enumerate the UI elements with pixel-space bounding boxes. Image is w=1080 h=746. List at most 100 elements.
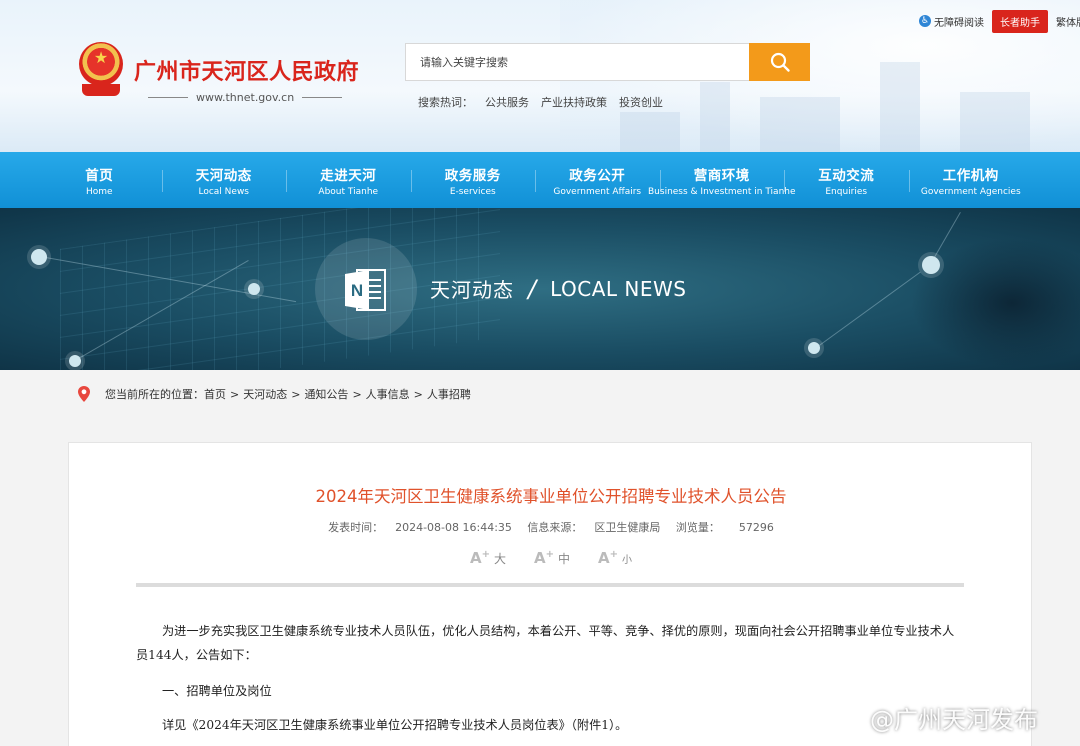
publish-time: 发表时间： 2024-08-08 16:44:35: [328, 521, 515, 534]
font-size-label: 大: [493, 552, 506, 566]
national-emblem-icon: ★: [76, 42, 126, 98]
accessibility-icon: ♿: [919, 15, 931, 27]
hot-search-label: 搜索热词：: [418, 96, 473, 109]
search-input[interactable]: [405, 43, 749, 81]
publish-time-value: 2024-08-08 16:44:35: [395, 521, 512, 534]
search-box: [405, 43, 810, 81]
watermark-text: @广州天河发布: [870, 706, 1038, 734]
banner-icon-circle: N: [315, 238, 417, 340]
site-name: 广州市天河区人民政府: [134, 59, 360, 85]
banner-node: [808, 342, 820, 354]
site-logo[interactable]: ★ 广州市天河区人民政府 www.thnet.gov.cn: [76, 42, 359, 104]
hot-word-link[interactable]: 公共服务: [485, 94, 529, 110]
nav-label-en: Government Agencies: [920, 186, 1021, 197]
breadcrumb-link-notices[interactable]: 通知公告: [304, 386, 348, 402]
breadcrumb-separator: >: [230, 387, 240, 401]
skyline: [620, 112, 680, 152]
nav-label: 营商环境: [693, 167, 750, 184]
breadcrumb: 您当前所在的位置： 首页 > 天河动态 > 通知公告 > 人事信息 > 人事招聘: [77, 385, 471, 403]
breadcrumb-separator: >: [413, 387, 423, 401]
nav-item-government-agencies[interactable]: 工作机构 Government Agencies: [908, 152, 1034, 208]
font-size-label: 小: [622, 555, 633, 566]
font-size-switcher: A+ 大 A+ 中 A+ 小: [69, 549, 1033, 567]
nav-label: 互动交流: [818, 167, 875, 184]
nav-item-about-tianhe[interactable]: 走进天河 About Tianhe: [286, 152, 411, 208]
skyline: [880, 62, 920, 152]
location-pin-icon: [78, 386, 90, 402]
search-button[interactable]: [749, 43, 810, 81]
nav-label: 走进天河: [320, 167, 377, 184]
breadcrumb-link-recruitment[interactable]: 人事招聘: [427, 386, 471, 402]
breadcrumb-link-personnel-info[interactable]: 人事信息: [366, 386, 410, 402]
nav-item-business-environment[interactable]: 营商环境 Business & Investment in Tianhe: [648, 152, 796, 208]
breadcrumb-bar: 您当前所在的位置： 首页 > 天河动态 > 通知公告 > 人事信息 > 人事招聘: [0, 370, 1080, 417]
view-count-value: 57296: [738, 521, 774, 534]
nav-item-home[interactable]: 首页 Home: [37, 152, 162, 208]
site-header: ♿ 无障碍阅读 长者助手 繁体版 ★ 广州市天河区人民政府 www.thnet.…: [0, 0, 1080, 152]
banner-node: [248, 283, 260, 295]
banner-title-cn: 天河动态: [430, 278, 514, 302]
nav-label: 工作机构: [942, 167, 999, 184]
accessibility-link[interactable]: ♿ 无障碍阅读: [919, 14, 984, 29]
nav-item-government-affairs[interactable]: 政务公开 Government Affairs: [535, 152, 660, 208]
article-meta: 发表时间： 2024-08-08 16:44:35 信息来源： 区卫生健康局 浏览量…: [69, 519, 1033, 535]
skyline: [700, 82, 730, 152]
site-domain-text: www.thnet.gov.cn: [196, 91, 295, 104]
nav-label-en: Government Affairs: [553, 186, 642, 197]
banner-title: 天河动态 / LOCAL NEWS: [430, 274, 686, 303]
skyline: [960, 92, 1030, 152]
breadcrumb-link-home[interactable]: 首页: [204, 386, 226, 402]
weibo-watermark: @广州天河发布: [826, 700, 1038, 735]
article-title: 2024年天河区卫生健康系统事业单位公开招聘专业技术人员公告: [315, 487, 787, 506]
article-paragraph: 为进一步充实我区卫生健康系统专业技术人员队伍，优化人员结构，本着公开、平等、竞争…: [136, 624, 955, 662]
nav-label-en: Local News: [198, 186, 249, 197]
publish-time-label: 发表时间：: [328, 521, 384, 534]
source: 信息来源： 区卫生健康局: [527, 521, 664, 534]
banner-title-en: LOCAL NEWS: [550, 276, 687, 301]
banner-node: [69, 355, 81, 367]
banner-node: [31, 249, 47, 265]
breadcrumb-separator: >: [291, 387, 301, 401]
breadcrumb-label: 您当前所在的位置：: [105, 388, 204, 401]
site-domain: www.thnet.gov.cn: [148, 91, 359, 104]
view-count: 浏览量： 57296: [676, 521, 774, 534]
skyline: [760, 97, 840, 152]
news-document-icon: N: [345, 269, 386, 311]
nav-label: 天河动态: [195, 167, 252, 184]
top-utility-bar: ♿ 无障碍阅读 长者助手 繁体版: [919, 9, 1080, 33]
font-size-medium-button[interactable]: A+ 中: [534, 549, 570, 567]
nav-item-enquiries[interactable]: 互动交流 Enquiries: [784, 152, 909, 208]
nav-label-en: Home: [85, 186, 113, 197]
nav-label-en: About Tianhe: [318, 186, 379, 197]
font-size-icon: A+: [534, 549, 554, 567]
nav-item-local-news[interactable]: 天河动态 Local News: [161, 152, 287, 208]
search-icon: [770, 52, 790, 72]
traditional-chinese-link[interactable]: 繁体版: [1056, 14, 1080, 29]
hot-word-link[interactable]: 产业扶持政策: [541, 94, 607, 110]
banner-link-line: [815, 271, 921, 349]
font-size-small-button[interactable]: A+ 小: [598, 549, 632, 567]
hot-search-words: 搜索热词： 公共服务 产业扶持政策 投资创业: [418, 94, 663, 110]
breadcrumb-link-local-news[interactable]: 天河动态: [243, 386, 287, 402]
section-banner: N 天河动态 / LOCAL NEWS: [0, 208, 1080, 370]
nav-item-e-services[interactable]: 政务服务 E-services: [410, 152, 536, 208]
accessibility-label: 无障碍阅读: [934, 17, 984, 29]
nav-label-en: Enquiries: [825, 186, 868, 197]
font-size-large-button[interactable]: A+ 大: [470, 549, 506, 567]
banner-title-separator: /: [528, 274, 537, 303]
nav-label: 首页: [85, 167, 114, 184]
font-size-icon: A+: [598, 549, 619, 567]
view-count-label: 浏览量：: [675, 521, 720, 534]
hot-word-link[interactable]: 投资创业: [619, 94, 663, 110]
font-size-icon: A+: [469, 549, 490, 567]
nav-label-en: E-services: [449, 186, 496, 197]
banner-node: [922, 256, 940, 274]
article-divider: [136, 583, 964, 587]
breadcrumb-separator: >: [352, 387, 362, 401]
nav-label: 政务公开: [569, 167, 626, 184]
elder-mode-button[interactable]: 长者助手: [992, 9, 1048, 33]
font-size-label: 中: [558, 552, 571, 566]
main-nav: 首页 Home 天河动态 Local News 走进天河 About Tianh…: [0, 152, 1080, 208]
nav-label-en: Business & Investment in Tianhe: [648, 186, 796, 197]
svg-text:N: N: [351, 281, 363, 300]
